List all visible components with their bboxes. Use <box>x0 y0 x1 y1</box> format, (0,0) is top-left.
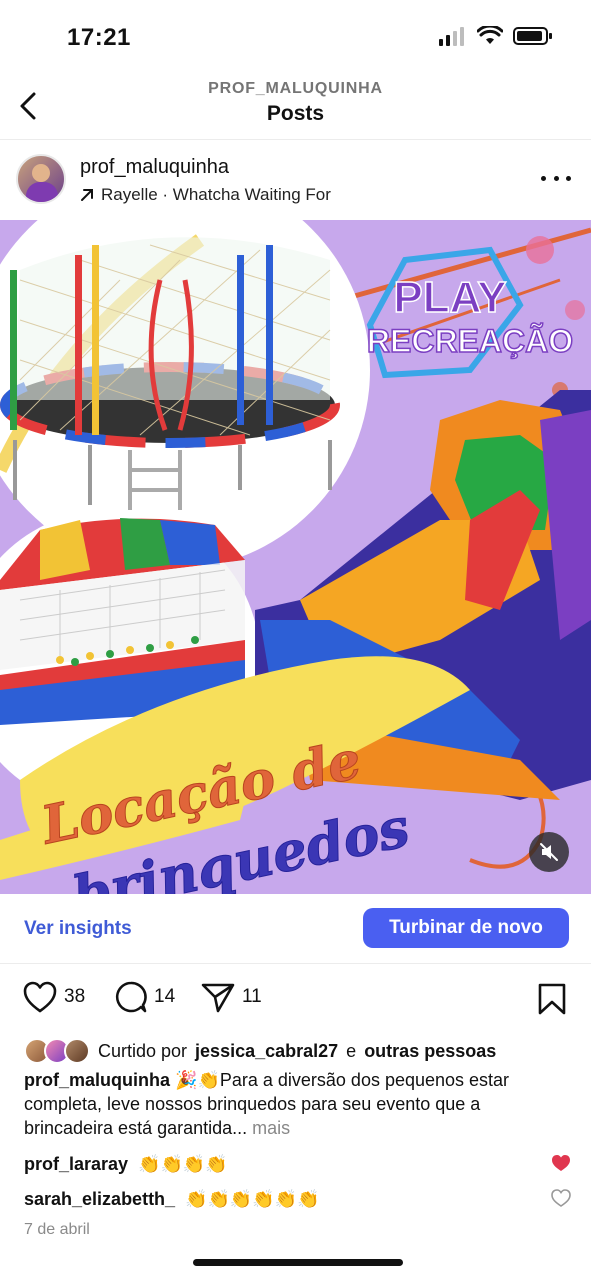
liked-by-user[interactable]: jessica_cabral27 <box>195 1041 338 1062</box>
comment-like-button[interactable] <box>551 1189 571 1212</box>
logo-line2: RECREAÇÃO <box>367 323 573 359</box>
battery-icon <box>513 27 552 45</box>
insights-row: Ver insights Turbinar de novo <box>0 894 591 964</box>
comment-text: 👏👏👏👏👏👏 <box>185 1188 320 1209</box>
header-account: PROF_MALUQUINHA <box>208 80 383 97</box>
logo-line1: PLAY <box>393 273 506 322</box>
post-media[interactable]: PLAY RECREAÇÃO Locação de brinquedos <box>0 220 591 894</box>
post-actions: 38 14 11 <box>0 976 591 1020</box>
comment-username[interactable]: prof_lararay <box>24 1154 128 1175</box>
speaker-muted-icon <box>540 843 558 861</box>
liked-by-avatars <box>24 1038 90 1064</box>
comment-item: prof_lararay 👏👏👏👏 <box>24 1150 571 1178</box>
send-icon <box>201 983 235 1013</box>
liked-by-prefix: Curtido por <box>98 1040 188 1061</box>
comment-text: 👏👏👏👏 <box>138 1153 228 1174</box>
post-image: PLAY RECREAÇÃO Locação de brinquedos <box>0 220 591 894</box>
page-header: PROF_MALUQUINHA Posts <box>0 76 591 140</box>
liked-by-rest[interactable]: outras pessoas <box>364 1041 496 1062</box>
signal-icon <box>439 27 464 46</box>
page-title: Posts <box>266 102 325 125</box>
comment-username[interactable]: sarah_elizabetth_ <box>24 1189 175 1210</box>
heart-outline-icon <box>551 1189 571 1207</box>
liked-by[interactable]: Curtido por jessica_cabral27 e outras pe… <box>24 1038 584 1064</box>
save-button[interactable] <box>537 982 567 1021</box>
like-button[interactable]: 38 <box>22 980 85 1014</box>
comment-button[interactable]: 14 <box>114 980 175 1014</box>
status-time: 17:21 <box>67 24 131 51</box>
caption-more-link[interactable]: mais <box>252 1118 290 1138</box>
caption-username[interactable]: prof_maluquinha <box>24 1070 170 1090</box>
boost-again-button[interactable]: Turbinar de novo <box>363 908 569 948</box>
status-icons <box>439 26 553 46</box>
share-button[interactable]: 11 <box>200 980 262 1014</box>
comment-like-button[interactable] <box>551 1154 571 1177</box>
post-caption: prof_maluquinha 🎉👏Para a diversão dos pe… <box>24 1068 569 1140</box>
liked-by-joiner: e <box>346 1040 357 1061</box>
view-insights-link[interactable]: Ver insights <box>24 918 132 940</box>
status-bar: 17:21 <box>0 0 591 80</box>
bookmark-icon <box>538 983 566 1015</box>
comment-icon <box>115 981 147 1013</box>
heart-icon <box>23 981 57 1013</box>
home-indicator[interactable] <box>193 1259 403 1266</box>
more-options-button[interactable] <box>541 166 571 190</box>
mute-button[interactable] <box>529 832 569 872</box>
like-count: 38 <box>64 986 86 1007</box>
heart-filled-icon <box>552 1155 570 1171</box>
post-username[interactable]: prof_maluquinha <box>80 156 229 179</box>
audio-label: Rayelle · Whatcha Waiting For <box>101 185 331 204</box>
share-count: 11 <box>242 986 262 1007</box>
comment-item: sarah_elizabetth_ 👏👏👏👏👏👏 <box>24 1185 571 1213</box>
avatar[interactable] <box>16 154 66 204</box>
post-date: 7 de abril <box>24 1221 90 1238</box>
audio-track[interactable]: Rayelle · Whatcha Waiting For <box>80 185 331 205</box>
arrow-up-right-icon <box>81 189 93 201</box>
post-header: prof_maluquinha Rayelle · Whatcha Waitin… <box>0 148 591 216</box>
comment-count: 14 <box>154 986 176 1007</box>
wifi-icon <box>477 26 503 44</box>
